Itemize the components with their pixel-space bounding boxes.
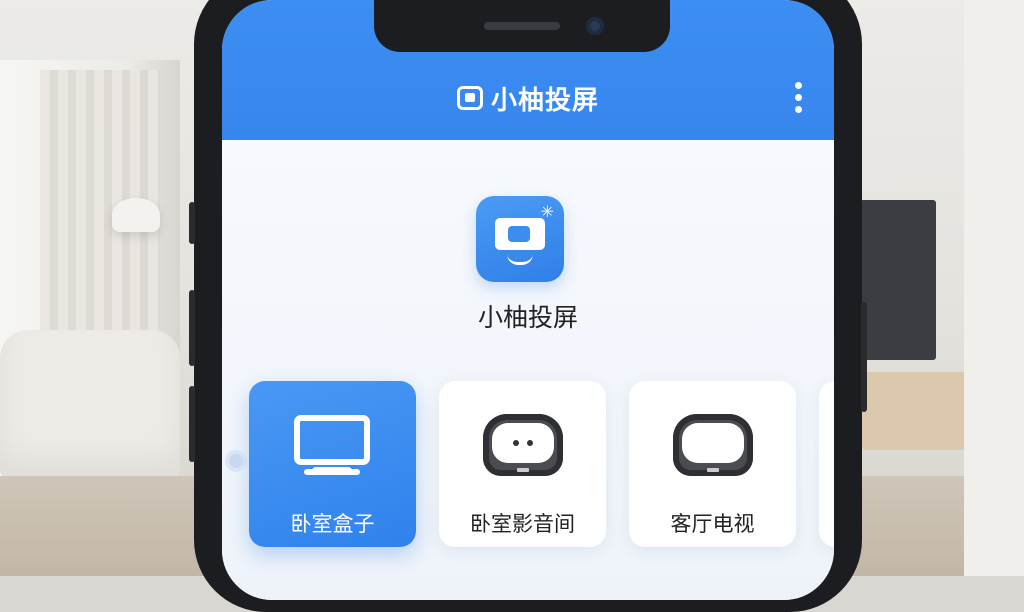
cast-play-icon (508, 226, 530, 242)
volume-up-button (189, 290, 195, 366)
device-card-living-room-tv[interactable]: 客厅电视 (629, 381, 796, 547)
more-vertical-icon[interactable] (788, 78, 808, 116)
main-content: ✳ 小柚投屏 卧室盒子 卧室影音间 客厅电视 (222, 140, 834, 600)
sparkle-icon: ✳ (540, 202, 554, 221)
tv-box-icon (673, 414, 753, 476)
device-card-bedroom-av[interactable]: 卧室影音间 (439, 381, 606, 547)
notch (374, 0, 670, 52)
power-button (861, 302, 867, 412)
device-card-partial[interactable] (819, 381, 834, 547)
device-label: 卧室影音间 (470, 512, 575, 536)
header-title-row: 小柚投屏 (222, 78, 834, 118)
mute-switch (189, 202, 195, 244)
monitor-stand-icon (312, 467, 352, 475)
tv-box-icon (483, 414, 563, 476)
monitor-icon (294, 415, 370, 475)
device-card-bedroom-box[interactable]: 卧室盒子 (249, 381, 416, 547)
screen-stand-icon (507, 254, 533, 265)
page-title: 小柚投屏 (490, 85, 599, 116)
connection-dot-icon (229, 454, 243, 468)
phone-screen: 小柚投屏 ✳ 小柚投屏 卧室盒子 卧室影音间 客厅电视 (222, 0, 834, 600)
speaker-grille (484, 22, 560, 30)
app-name: 小柚投屏 (477, 303, 578, 332)
volume-down-button (189, 386, 195, 462)
device-label: 客厅电视 (670, 512, 755, 536)
phone-frame: 小柚投屏 ✳ 小柚投屏 卧室盒子 卧室影音间 客厅电视 (189, 0, 867, 612)
device-label: 卧室盒子 (290, 512, 375, 536)
app-logo: ✳ (476, 196, 564, 282)
cast-icon (456, 86, 483, 110)
front-camera (586, 17, 604, 35)
